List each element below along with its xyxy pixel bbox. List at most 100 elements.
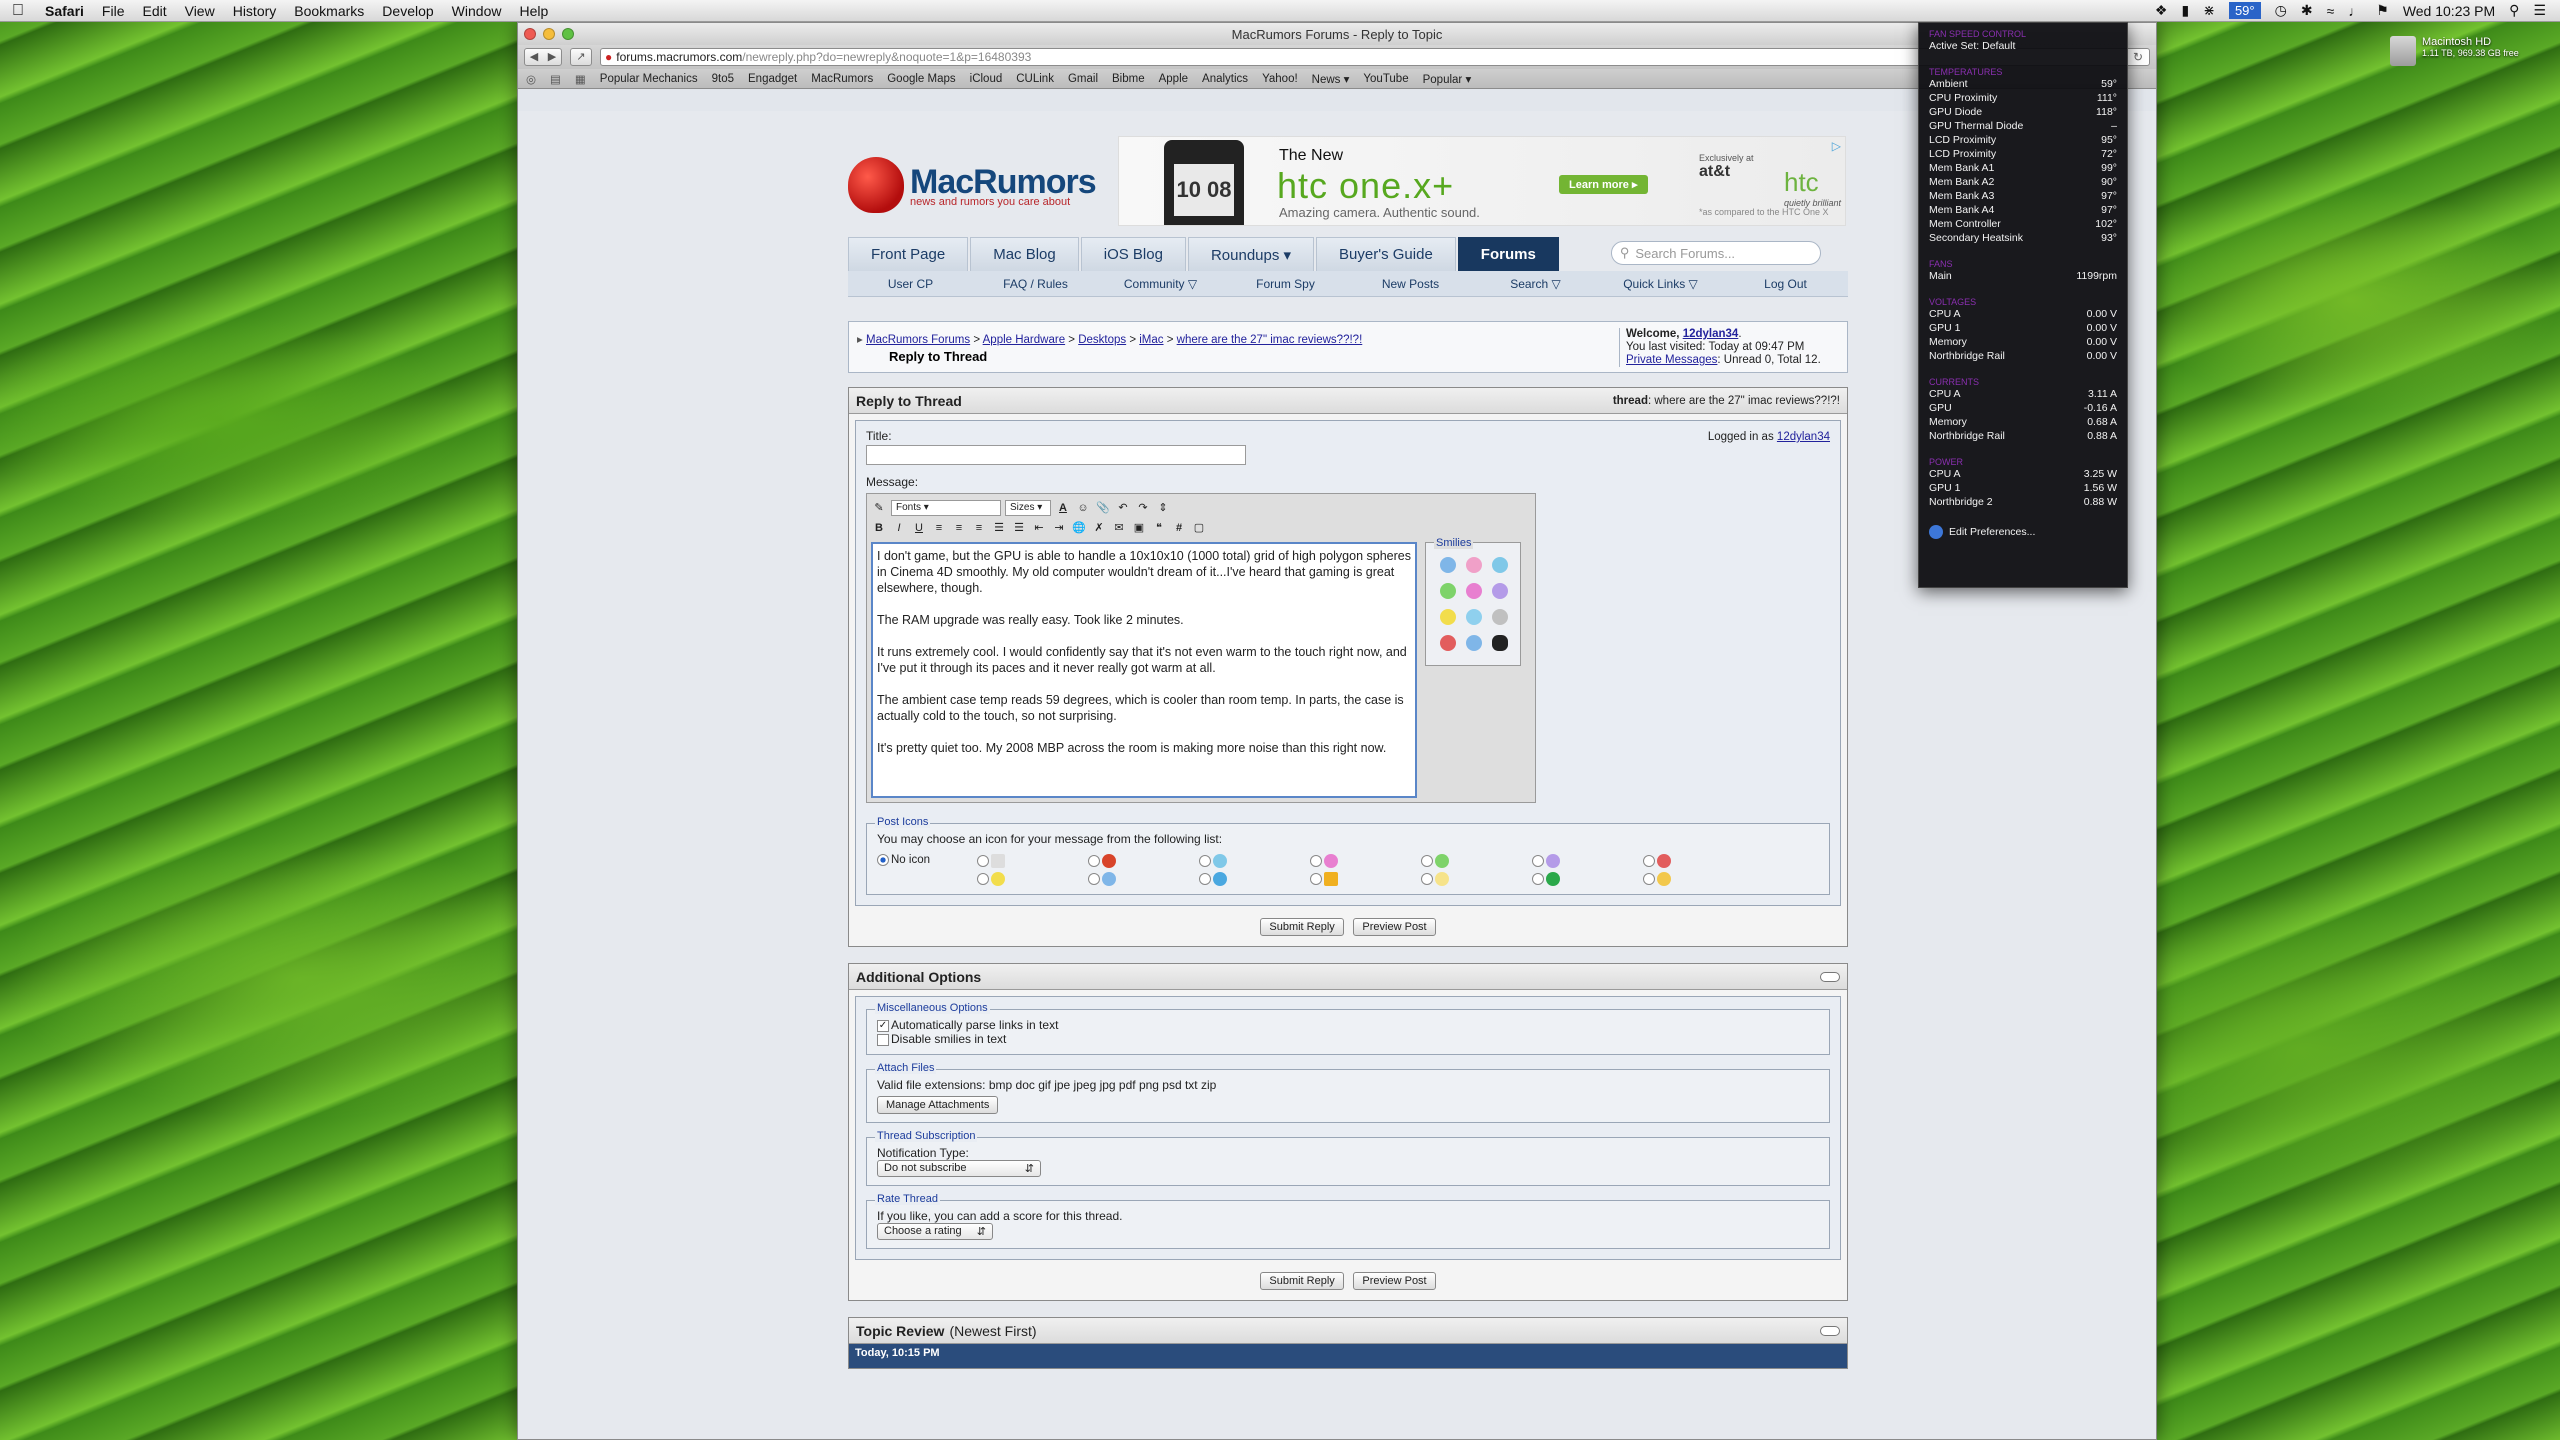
post-icon-option[interactable] (977, 854, 1088, 868)
post-icon-radio[interactable] (1088, 873, 1100, 885)
link-icon[interactable]: 🌐 (1071, 520, 1087, 536)
bookmark-item[interactable]: Popular ▾ (1423, 72, 1472, 86)
nav-mac-blog[interactable]: Mac Blog (970, 237, 1079, 271)
rating-select[interactable]: Choose a rating ⇵ (877, 1223, 993, 1240)
active-set-row[interactable]: Active Set: Default (1929, 39, 2117, 53)
post-icon-option[interactable] (977, 872, 1088, 886)
post-icon-option[interactable] (1532, 854, 1643, 868)
crumb-imac[interactable]: iMac (1139, 334, 1163, 346)
bookmark-item[interactable]: Engadget (748, 73, 797, 85)
italic-icon[interactable]: I (891, 520, 907, 536)
wifi-icon[interactable]: ≈ (2327, 3, 2335, 19)
post-icon-radio[interactable] (1310, 855, 1322, 867)
temperature-badge[interactable]: 59° (2228, 2, 2261, 19)
dropbox-icon[interactable]: ❖ (2155, 2, 2168, 19)
forward-icon[interactable]: ▶ (543, 49, 561, 65)
align-left-icon[interactable]: ≡ (931, 520, 947, 536)
sizes-select[interactable]: Sizes ▾ (1005, 500, 1051, 516)
submit-reply-button[interactable]: Submit Reply (1260, 918, 1344, 936)
post-icon-radio[interactable] (1421, 873, 1433, 885)
title-bar[interactable]: MacRumors Forums - Reply to Topic (518, 23, 2156, 45)
subnav-forum-spy[interactable]: Forum Spy (1223, 277, 1348, 291)
crumb-apple-hardware[interactable]: Apple Hardware (983, 334, 1065, 346)
post-icon-radio[interactable] (1310, 873, 1322, 885)
nav-front-page[interactable]: Front Page (848, 237, 969, 271)
no-icon-radio[interactable] (877, 854, 889, 866)
bookmark-item[interactable]: Popular Mechanics (600, 73, 698, 85)
post-icon-option[interactable] (1643, 854, 1754, 868)
post-icon-radio[interactable] (1199, 873, 1211, 885)
fonts-select[interactable]: Fonts ▾ (891, 500, 1001, 516)
post-icon-radio[interactable] (977, 873, 989, 885)
love-smilie-icon[interactable] (1466, 557, 1482, 573)
bookmark-item[interactable]: YouTube (1363, 73, 1408, 85)
resize-icon[interactable]: ⇕ (1155, 500, 1171, 516)
post-icon-option[interactable] (1088, 854, 1199, 868)
ad-learn-more-button[interactable]: Learn more ▸ (1559, 175, 1648, 194)
volume-icon[interactable]: ♩ (2348, 3, 2362, 19)
tongue-smilie-icon[interactable] (1466, 583, 1482, 599)
apple-smilie-icon[interactable] (1492, 635, 1508, 651)
zoom-icon[interactable] (562, 28, 574, 40)
no-icon-option[interactable]: No icon (877, 854, 977, 868)
bluetooth-menu-icon[interactable]: ✱ (2301, 2, 2313, 19)
attach-icon[interactable]: 📎 (1095, 500, 1111, 516)
post-icon-option[interactable] (1421, 854, 1532, 868)
share-icon[interactable]: ↗ (570, 48, 592, 66)
crumb-thread[interactable]: where are the 27" imac reviews??!?! (1177, 334, 1363, 346)
menu-view[interactable]: View (176, 3, 224, 19)
nav-roundups[interactable]: Roundups ▾ (1187, 237, 1315, 271)
align-center-icon[interactable]: ≡ (951, 520, 967, 536)
bookmark-item[interactable]: Bibme (1112, 73, 1145, 85)
title-input[interactable] (866, 445, 1246, 465)
battery-icon[interactable]: ▮ (2181, 2, 2189, 19)
notification-center-icon[interactable]: ☰ (2533, 2, 2546, 19)
subnav-log-out[interactable]: Log Out (1723, 277, 1848, 291)
apple-menu-icon[interactable]:  (0, 2, 36, 20)
disable-smilies-checkbox[interactable] (877, 1033, 889, 1046)
menu-file[interactable]: File (93, 3, 134, 19)
undo-icon[interactable]: ↶ (1115, 500, 1131, 516)
quote-icon[interactable]: ❝ (1151, 520, 1167, 536)
bookmark-item[interactable]: iCloud (970, 73, 1003, 85)
post-icon-option[interactable] (1643, 872, 1754, 886)
nav-ios-blog[interactable]: iOS Blog (1080, 237, 1186, 271)
minimize-icon[interactable] (543, 28, 555, 40)
menu-bookmarks[interactable]: Bookmarks (285, 3, 373, 19)
bookmark-item[interactable]: Apple (1159, 73, 1188, 85)
crumb-forums[interactable]: MacRumors Forums (866, 334, 970, 346)
mad-smilie-icon[interactable] (1440, 635, 1456, 651)
reading-list-icon[interactable]: ◎ (526, 72, 536, 86)
post-icon-radio[interactable] (1643, 873, 1655, 885)
adchoices-icon[interactable]: ▷ (1832, 139, 1841, 153)
bookmark-item[interactable]: News ▾ (1312, 72, 1350, 86)
bookmark-item[interactable]: Gmail (1068, 73, 1098, 85)
notification-type-select[interactable]: Do not subscribe ⇵ (877, 1160, 1041, 1177)
logged-in-user-link[interactable]: 12dylan34 (1777, 431, 1830, 443)
manage-attachments-button[interactable]: Manage Attachments (877, 1096, 999, 1114)
subnav-community[interactable]: Community ▽ (1098, 277, 1223, 291)
collapse-icon[interactable] (1820, 1325, 1840, 1336)
desktop-disk[interactable]: Macintosh HD 1.11 TB, 969.38 GB free (2390, 36, 2550, 66)
close-icon[interactable] (524, 28, 536, 40)
post-icon-option[interactable] (1310, 854, 1421, 868)
post-icon-option[interactable] (1088, 872, 1199, 886)
back-icon[interactable]: ◀ (525, 49, 543, 65)
bold-icon[interactable]: B (871, 520, 887, 536)
bookmark-item[interactable]: Yahoo! (1262, 73, 1298, 85)
post-icon-radio[interactable] (1199, 855, 1211, 867)
switch-editor-icon[interactable]: ✎ (871, 500, 887, 516)
smilie-menu-icon[interactable]: ☺ (1075, 500, 1091, 516)
ad-banner[interactable]: 10 08 The New htc one.x+ Amazing camera.… (1118, 136, 1846, 226)
bookmark-item[interactable]: Google Maps (887, 73, 955, 85)
nav-buyers-guide[interactable]: Buyer's Guide (1316, 237, 1456, 271)
private-messages-link[interactable]: Private Messages (1626, 354, 1717, 366)
post-icon-radio[interactable] (977, 855, 989, 867)
bookmark-item[interactable]: CULink (1016, 73, 1054, 85)
bookmark-item[interactable]: Analytics (1202, 73, 1248, 85)
wink-smilie-icon[interactable] (1466, 609, 1482, 625)
sad-smilie-icon[interactable] (1466, 635, 1482, 651)
cool-smilie-icon[interactable] (1440, 557, 1456, 573)
bookmarks-book-icon[interactable]: ▤ (550, 72, 561, 86)
menu-window[interactable]: Window (443, 3, 511, 19)
